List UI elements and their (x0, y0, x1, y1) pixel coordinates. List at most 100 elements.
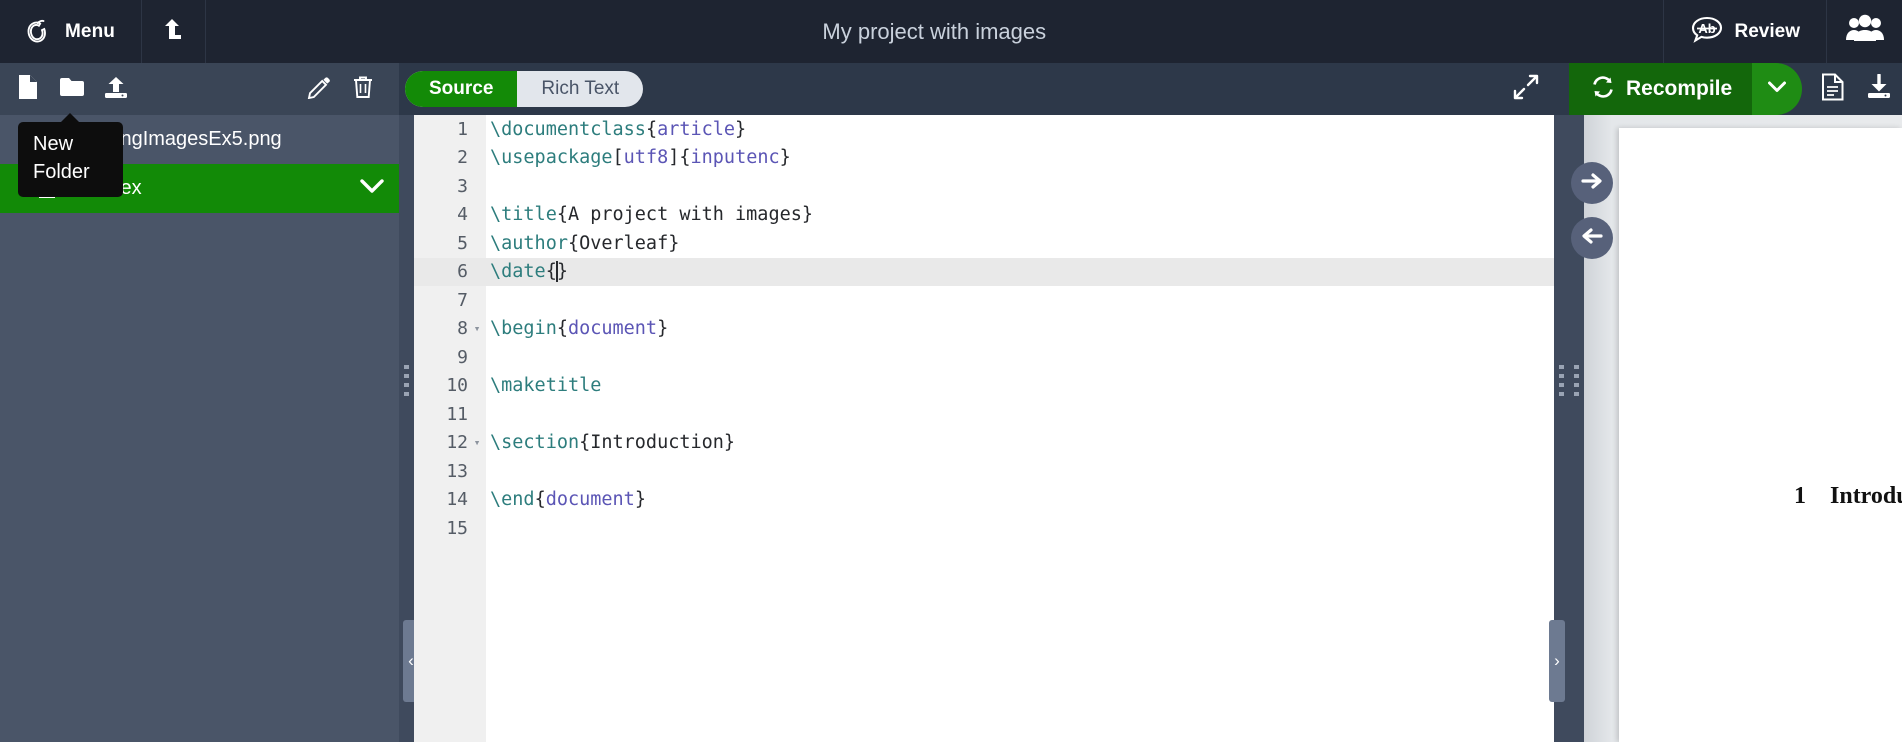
line-number: 7 (457, 289, 468, 311)
pdf-page: 1 Introduct (1619, 128, 1902, 742)
share-button[interactable] (1826, 0, 1902, 63)
line-number: 14 (446, 489, 468, 511)
code-line[interactable]: 9 (414, 343, 1554, 372)
overleaf-logo-icon (22, 17, 52, 47)
upload-arrow-icon (163, 17, 185, 46)
code-line[interactable]: 8 ▾ \begin{document} (414, 315, 1554, 344)
recompile-options-button[interactable] (1752, 63, 1803, 115)
tab-rich-text[interactable]: Rich Text (517, 71, 643, 107)
project-title-wrap: My project with images (206, 0, 1663, 63)
trash-delete-icon (352, 75, 374, 104)
code-token: } (556, 261, 568, 283)
code-line[interactable]: 14 \end{document} (414, 486, 1554, 515)
editor-mode-toggle[interactable]: Source Rich Text (405, 71, 644, 107)
source-editor-panel: ‹ 1 \documentclass{article} 2 \usepackage[u… (399, 115, 1569, 742)
editor-left-splitter[interactable]: ‹ (399, 115, 419, 742)
code-token: document (567, 318, 658, 340)
code-line[interactable]: 2 \usepackage[utf8]{inputenc} (414, 144, 1554, 173)
code-token: { (534, 489, 546, 511)
editor-right-splitter[interactable]: › (1549, 115, 1569, 742)
line-number: 15 (446, 517, 468, 539)
code-text: \section{Introduction} (486, 432, 735, 453)
header-upload-button[interactable] (142, 0, 207, 63)
code-token: article (657, 118, 736, 140)
pdf-splitter[interactable] (1569, 115, 1584, 742)
secondary-toolbar-row: Source Rich Text Recompile (0, 63, 1902, 115)
code-line[interactable]: 13 (414, 457, 1554, 486)
code-line[interactable]: 1 \documentclass{article} (414, 115, 1554, 144)
editor-toolbar: Source Rich Text (399, 63, 1569, 115)
code-text: \end{document} (486, 489, 646, 510)
line-number: 6 (457, 261, 468, 283)
tab-source[interactable]: Source (405, 71, 518, 107)
expand-fullscreen-icon (1513, 74, 1539, 105)
code-fold-toggle[interactable]: ▾ (468, 322, 486, 335)
code-line[interactable]: 12 ▾ \section{Introduction} (414, 429, 1554, 458)
code-line[interactable]: 15 (414, 514, 1554, 543)
file-tree-panel: InsertingImagesEx5.png main.tex (0, 115, 399, 742)
code-text: \usepackage[utf8]{inputenc} (486, 147, 791, 168)
upload-file-icon (103, 75, 129, 104)
sync-to-code-button[interactable] (1571, 217, 1613, 259)
menu-button[interactable]: Menu (0, 0, 143, 63)
line-number: 3 (457, 175, 468, 197)
line-number: 12 (446, 432, 468, 454)
recompile-refresh-icon (1591, 75, 1615, 104)
download-pdf-icon (1866, 72, 1892, 105)
logs-button[interactable] (1810, 63, 1856, 115)
download-pdf-button[interactable] (1856, 63, 1902, 115)
collapse-pdf-button[interactable]: › (1549, 620, 1565, 702)
recompile-label: Recompile (1626, 77, 1733, 100)
splitter-grip (1574, 365, 1579, 399)
code-text: \title{A project with images} (486, 204, 813, 225)
rename-button[interactable] (297, 63, 341, 115)
line-number: 5 (457, 232, 468, 254)
code-line[interactable]: 4 \title{A project with images} (414, 201, 1554, 230)
code-line[interactable]: 3 (414, 172, 1554, 201)
chevron-down-icon (1768, 80, 1787, 98)
pdf-toolbar: Recompile (1569, 63, 1902, 115)
code-token: {A project with images} (556, 204, 814, 226)
code-token: { (645, 118, 658, 140)
splitter-grip (1559, 365, 1564, 399)
code-line[interactable]: 5 \author{Overleaf} (414, 229, 1554, 258)
code-token: \author (490, 232, 568, 254)
recompile-button[interactable]: Recompile (1569, 63, 1753, 115)
code-token: \begin (490, 318, 557, 340)
code-text: \maketitle (486, 375, 601, 396)
code-token: \documentclass (490, 118, 646, 140)
code-line[interactable]: 10 \maketitle (414, 372, 1554, 401)
expand-editor-button[interactable] (1513, 63, 1539, 115)
pdf-viewport[interactable]: 1 Introduct (1584, 115, 1902, 742)
code-token: } (634, 489, 646, 511)
arrow-right-sync-icon (1581, 171, 1603, 196)
sync-to-pdf-button[interactable] (1571, 162, 1613, 204)
code-line[interactable]: 11 (414, 400, 1554, 429)
new-file-button[interactable] (6, 63, 50, 115)
chevron-down-icon[interactable] (359, 177, 385, 200)
line-number: 1 (457, 118, 468, 140)
code-token: { (556, 318, 568, 340)
code-token: {Overleaf} (567, 232, 680, 254)
pdf-section-number: 1 (1794, 483, 1806, 509)
line-number: 13 (446, 460, 468, 482)
upload-file-button[interactable] (94, 63, 138, 115)
line-number: 8 (457, 318, 468, 340)
review-speech-bubble-ab-icon: Ab (1690, 15, 1724, 48)
new-folder-button[interactable] (50, 63, 94, 115)
review-label: Review (1734, 20, 1800, 42)
code-line[interactable]: 6 \date{} (414, 257, 1554, 286)
arrow-left-sync-icon (1581, 226, 1603, 251)
line-number: 4 (457, 204, 468, 226)
review-button[interactable]: Ab Review (1662, 0, 1826, 63)
code-token: } (779, 147, 791, 169)
code-text: \date{} (486, 261, 568, 283)
code-line[interactable]: 7 (414, 286, 1554, 315)
pdf-section-heading: 1 Introduct (1794, 483, 1902, 510)
code-text: \begin{document} (486, 318, 668, 339)
new-folder-tooltip: New Folder (18, 113, 123, 197)
delete-button[interactable] (341, 63, 385, 115)
pdf-section-title: Introduct (1830, 483, 1902, 509)
code-editor[interactable]: 1 \documentclass{article} 2 \usepackage[utf… (414, 115, 1554, 742)
code-fold-toggle[interactable]: ▾ (468, 436, 486, 449)
